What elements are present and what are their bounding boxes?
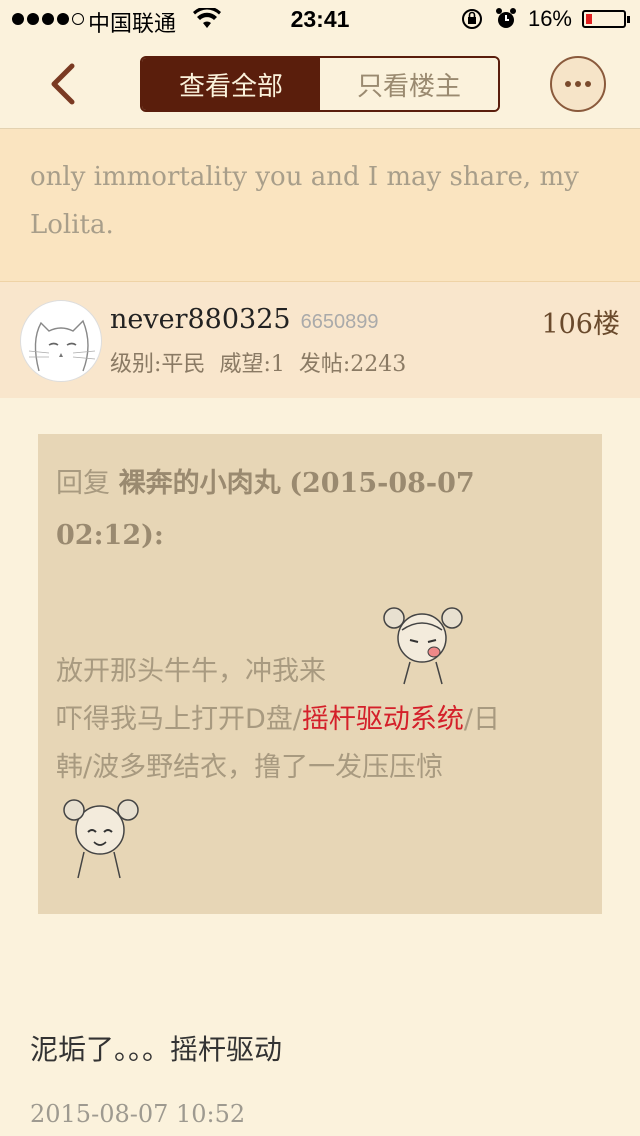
more-options-button[interactable] (550, 56, 606, 112)
nav-bar: 查看全部 只看楼主 (0, 40, 640, 129)
view-mode-toggle: 查看全部 只看楼主 (140, 56, 500, 112)
user-id: 6650899 (300, 311, 379, 333)
previous-post-text: only immortality you and I may share, my… (30, 162, 579, 240)
cat-avatar-icon (28, 319, 96, 372)
more-icon (565, 81, 571, 87)
post-header: never880325 6650899 级别:平民 威望:1 发帖:2243 10… (0, 282, 640, 398)
tab-op-only[interactable]: 只看楼主 (320, 58, 498, 110)
user-prestige: 1 (270, 352, 285, 377)
floor-number: 106楼 (541, 309, 620, 340)
tab-view-all[interactable]: 查看全部 (142, 58, 320, 110)
status-bar: 中国联通 23:41 16% (0, 0, 640, 40)
user-level: 平民 (161, 352, 206, 377)
back-arrow-icon[interactable] (44, 60, 84, 108)
post-date: 2015-08-07 10:52 (30, 1100, 246, 1128)
user-meta: 级别:平民 威望:1 发帖:2243 (110, 352, 407, 377)
previous-post: only immortality you and I may share, my… (0, 129, 640, 283)
quote-link[interactable]: 摇杆驱动系统 (302, 704, 464, 735)
quote-block: 回复 裸奔的小肉丸 (2015-08-07 02:12): 放开那头牛牛，冲我来… (38, 434, 602, 914)
battery-icon (582, 10, 630, 28)
user-post-count: 2243 (350, 352, 407, 377)
post-content: 泥垢了。。。摇杆驱动 (30, 1033, 283, 1066)
avatar[interactable] (20, 300, 102, 382)
cartoon-girl-smiling-emoji-icon (63, 799, 139, 879)
quoted-user: 裸奔的小肉丸 (118, 468, 281, 499)
alarm-icon (495, 8, 516, 28)
rotation-lock-icon (461, 9, 482, 29)
username[interactable]: never880325 6650899 (110, 304, 378, 335)
quote-header: 回复 裸奔的小肉丸 (2015-08-07 02:12): (56, 468, 475, 551)
quote-body: 放开那头牛牛，冲我来 吓得我马上打开D盘/摇杆驱动系统/日 韩/波多野结衣，撸了… (56, 656, 500, 783)
battery-percent: 16% (527, 6, 572, 31)
